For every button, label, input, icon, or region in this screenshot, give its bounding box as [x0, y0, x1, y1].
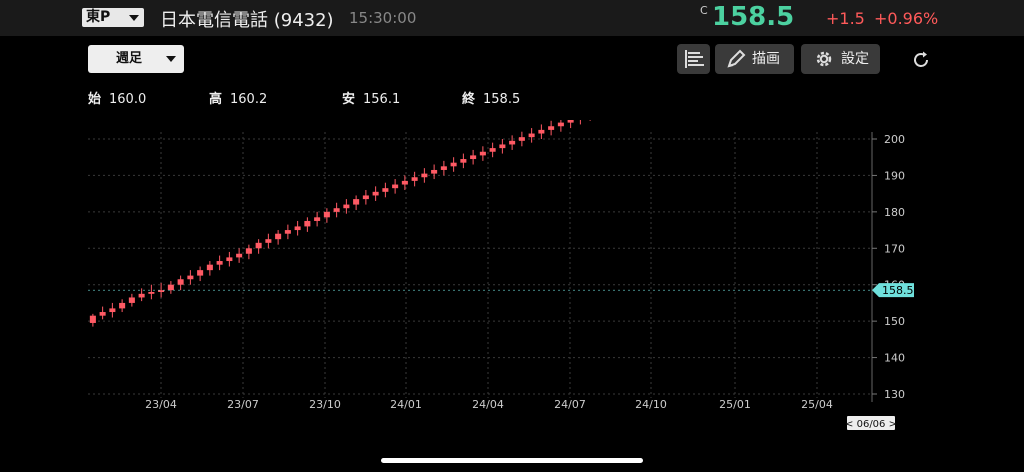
x-tick-label: 23/04	[145, 398, 177, 411]
ohlc-open: 始 160.0	[88, 92, 147, 107]
candle-body	[89, 315, 96, 323]
settings-button[interactable]: 設定	[801, 44, 880, 74]
candle-body	[304, 220, 311, 227]
candle-body	[119, 302, 126, 309]
candle-body	[489, 148, 496, 152]
refresh-icon[interactable]	[911, 50, 931, 70]
candle-body	[362, 195, 369, 200]
chevron-down-icon	[129, 15, 139, 21]
candle-body	[323, 211, 330, 218]
period-label: 週足	[116, 51, 143, 66]
ohlc-low: 安 156.1	[342, 92, 401, 107]
chevron-down-icon	[166, 56, 176, 62]
stock-name: 日本電信電話 (9432)	[160, 10, 334, 31]
pencil-icon	[727, 49, 746, 68]
candle-body	[431, 169, 438, 174]
candle-body	[353, 199, 360, 205]
close-mark: C	[700, 4, 708, 17]
candle-body	[538, 129, 545, 134]
candle-body	[138, 293, 145, 298]
candle-body	[99, 312, 106, 316]
candle-body	[518, 137, 525, 141]
y-tick-label: 140	[884, 352, 905, 365]
x-tick-label: 24/10	[635, 398, 667, 411]
candle-body	[470, 155, 477, 160]
candle-body	[187, 275, 194, 280]
x-tick-label: 23/10	[309, 398, 341, 411]
market-label: 東P	[86, 9, 111, 25]
candle-body	[450, 162, 457, 167]
candlestick-chart[interactable]: 13014015016017018019020023/0423/0723/102…	[0, 120, 1024, 436]
y-tick-label: 190	[884, 169, 905, 182]
candle-body	[343, 204, 350, 209]
gear-icon	[816, 51, 832, 67]
candle-body	[382, 188, 389, 192]
candle-body	[557, 122, 564, 127]
bars-icon	[685, 50, 704, 68]
y-tick-label: 130	[884, 388, 905, 401]
price-change-percent: +0.96%	[874, 9, 939, 28]
candle-body	[148, 292, 155, 294]
candle-body	[333, 208, 340, 212]
candle-body	[411, 177, 418, 181]
candle-body	[197, 270, 204, 276]
candle-body	[479, 151, 486, 156]
candle-body	[216, 261, 223, 265]
x-tick-label: 25/01	[719, 398, 751, 411]
candle-body	[265, 239, 272, 243]
y-tick-label: 170	[884, 242, 905, 255]
x-tick-label: 24/04	[472, 398, 504, 411]
x-tick-label: 23/07	[227, 398, 259, 411]
candle-body	[109, 308, 116, 313]
current-price: 158.5	[712, 2, 795, 32]
y-tick-label: 150	[884, 315, 905, 328]
y-tick-label: 180	[884, 206, 905, 219]
candle-body	[528, 133, 535, 138]
candle-body	[167, 284, 174, 291]
ohlc-high: 高 160.2	[209, 92, 268, 107]
candle-body	[421, 173, 428, 178]
x-tick-label: 24/01	[390, 398, 422, 411]
candle-body	[509, 140, 516, 145]
candle-body	[294, 226, 301, 231]
quote-time: 15:30:00	[349, 9, 417, 27]
candle-body	[499, 144, 506, 149]
top-bar: 東P 日本電信電話 (9432) 15:30:00 C 158.5 +1.5 +…	[0, 0, 1024, 36]
candle-body	[440, 166, 447, 170]
period-selector[interactable]: 週足	[88, 45, 184, 73]
candle-body	[206, 264, 213, 271]
candle-body	[284, 230, 291, 234]
candle-body	[548, 126, 555, 130]
candle-body	[236, 253, 243, 258]
candle-body	[226, 257, 233, 262]
candle-body	[392, 184, 399, 189]
candle-body	[255, 242, 262, 249]
indicator-list-button[interactable]	[677, 44, 710, 74]
price-change: +1.5	[826, 9, 865, 28]
draw-label: 描画	[752, 51, 780, 67]
draw-button[interactable]: 描画	[715, 44, 794, 74]
candle-body	[245, 248, 252, 254]
candle-body	[314, 217, 321, 221]
market-selector[interactable]: 東P	[82, 8, 144, 27]
candle-body	[372, 191, 379, 196]
settings-label: 設定	[841, 51, 869, 67]
candle-body	[460, 159, 467, 163]
candle-body	[128, 297, 135, 303]
y-tick-label: 200	[884, 133, 905, 146]
x-tick-label: 24/07	[554, 398, 586, 411]
candle-body	[177, 279, 184, 285]
price-marker-label: 158.5	[882, 284, 914, 297]
candle-body	[275, 233, 282, 240]
candle-body	[401, 180, 408, 185]
x-tick-label: 25/04	[801, 398, 833, 411]
ohlc-close: 終 158.5	[462, 92, 521, 107]
date-cursor-label: < 06/06 >	[845, 419, 897, 430]
home-indicator	[381, 458, 643, 463]
candle-body	[567, 120, 574, 123]
